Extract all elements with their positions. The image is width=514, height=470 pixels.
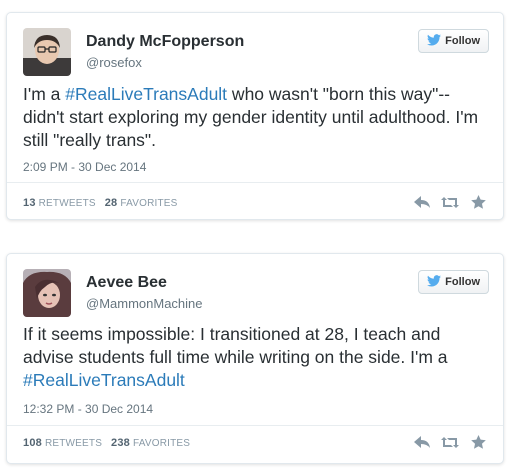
tweet-stats: 108 RETWEETS 238 FAVORITES: [23, 437, 190, 449]
display-name[interactable]: Dandy McFopperson: [86, 33, 244, 51]
tweet-text: If it seems impossible: I transitioned a…: [23, 324, 448, 390]
hashtag-link[interactable]: #RealLiveTransAdult: [23, 370, 185, 390]
hashtag-link[interactable]: #RealLiveTransAdult: [65, 84, 227, 104]
retweets-label: RETWEETS: [38, 198, 96, 209]
twitter-bird-icon: [427, 33, 442, 49]
user-handle[interactable]: @rosefox: [86, 55, 142, 70]
retweet-icon[interactable]: [441, 434, 459, 450]
tweet-actions: [413, 434, 487, 450]
star-icon[interactable]: [469, 194, 487, 210]
avatar[interactable]: [23, 269, 71, 317]
reply-icon[interactable]: [413, 194, 431, 210]
favorites-label: FAVORITES: [120, 198, 178, 209]
divider: [7, 425, 503, 426]
favorites-label: FAVORITES: [132, 438, 191, 449]
display-name[interactable]: Aevee Bee: [86, 274, 167, 292]
divider: [7, 182, 503, 183]
tweet-timestamp[interactable]: 2:09 PM - 30 Dec 2014: [23, 160, 146, 174]
follow-label: Follow: [445, 35, 480, 47]
follow-button[interactable]: Follow: [418, 29, 489, 53]
star-icon[interactable]: [469, 434, 487, 450]
tweet-actions: [413, 194, 487, 210]
tweet-card: Aevee Bee @MammonMachine Follow If it se…: [6, 253, 504, 464]
retweets-label: RETWEETS: [44, 438, 103, 449]
follow-label: Follow: [445, 276, 480, 288]
retweet-count[interactable]: 108: [23, 437, 42, 449]
avatar[interactable]: [23, 28, 71, 76]
retweet-count[interactable]: 13: [23, 197, 36, 209]
favorite-count[interactable]: 28: [105, 197, 118, 209]
reply-icon[interactable]: [413, 434, 431, 450]
retweet-icon[interactable]: [441, 194, 459, 210]
tweet-card: Dandy McFopperson @rosefox Follow I'm a …: [6, 12, 504, 220]
twitter-bird-icon: [427, 274, 442, 290]
favorite-count[interactable]: 238: [111, 437, 130, 449]
tweet-stats: 13 RETWEETS 28 FAVORITES: [23, 197, 178, 209]
follow-button[interactable]: Follow: [418, 270, 489, 294]
user-handle[interactable]: @MammonMachine: [86, 296, 203, 311]
tweet-text: I'm a #RealLiveTransAdult who wasn't "bo…: [23, 84, 479, 150]
tweet-timestamp[interactable]: 12:32 PM - 30 Dec 2014: [23, 402, 153, 416]
